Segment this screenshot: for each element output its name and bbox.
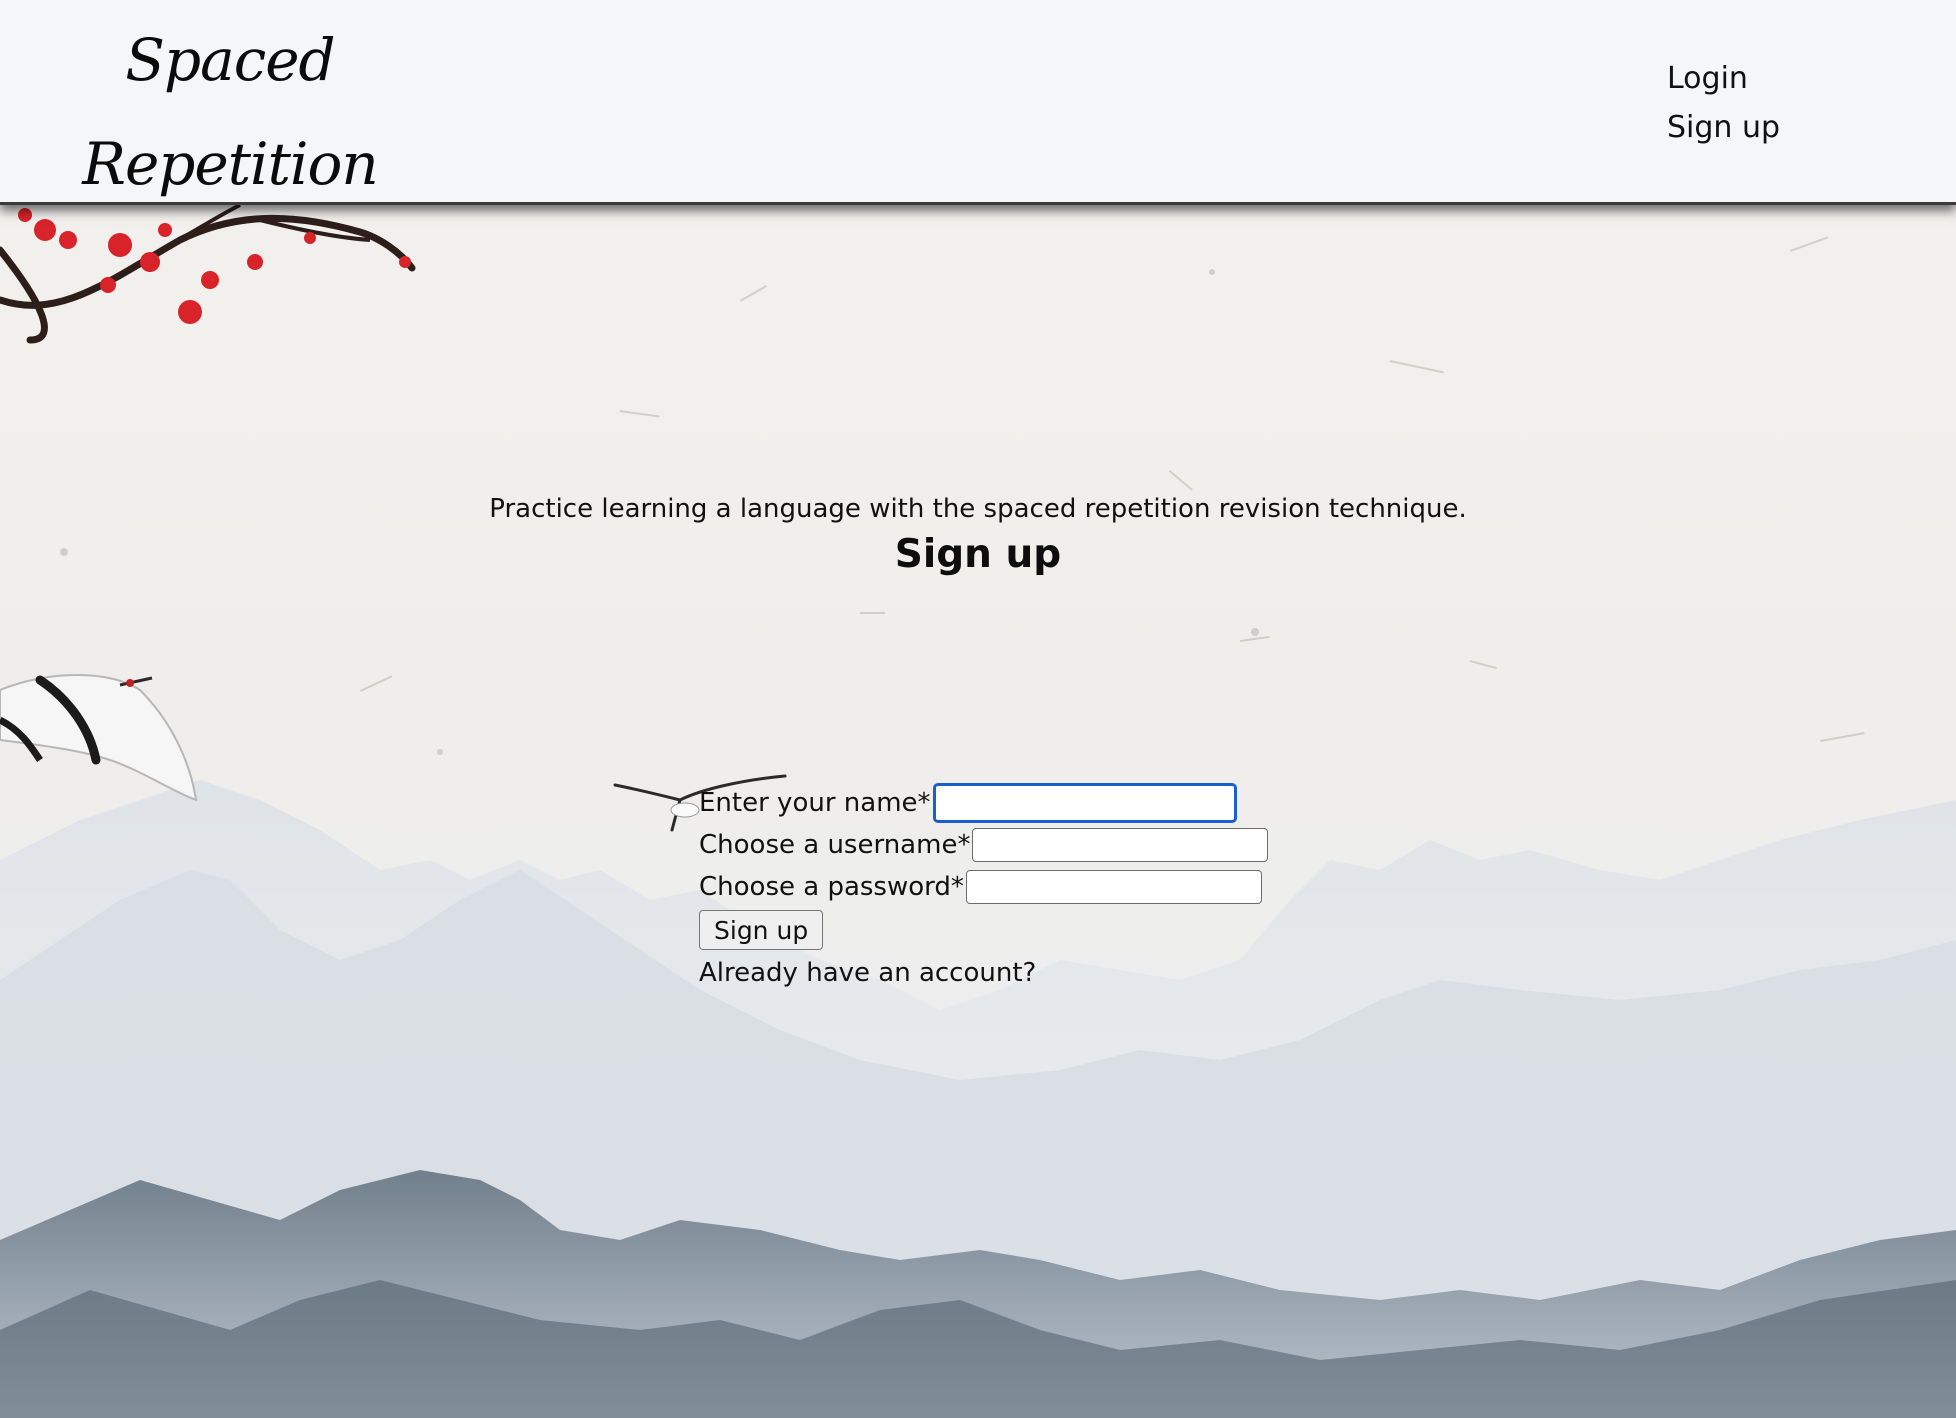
logo-line-2: Repetition <box>82 130 378 198</box>
name-row: Enter your name* <box>699 782 1268 824</box>
tagline: Practice learning a language with the sp… <box>489 494 1467 524</box>
password-input[interactable] <box>965 870 1262 904</box>
username-row: Choose a username* <box>699 824 1269 866</box>
signup-submit-button[interactable]: Sign up <box>699 910 824 950</box>
username-label: Choose a username* <box>699 830 971 860</box>
logo-line-1: Spaced <box>125 26 335 94</box>
name-input[interactable] <box>932 783 1237 823</box>
site-header: Spaced Repetition Login Sign up <box>0 0 1956 205</box>
nav-signup-link[interactable]: Sign up <box>1667 103 1780 152</box>
page-title: Sign up <box>894 532 1062 577</box>
nav-login-link[interactable]: Login <box>1667 54 1780 103</box>
password-label: Choose a password* <box>699 872 964 902</box>
username-input[interactable] <box>972 828 1269 862</box>
already-have-account-link[interactable]: Already have an account? <box>699 958 1268 988</box>
header-nav: Login Sign up <box>1667 54 1780 152</box>
site-logo[interactable]: Spaced Repetition <box>60 8 400 216</box>
name-label: Enter your name* <box>699 788 931 818</box>
signup-form: Enter your name* Choose a username* Choo… <box>699 782 1269 988</box>
password-row: Choose a password* <box>699 866 1268 908</box>
